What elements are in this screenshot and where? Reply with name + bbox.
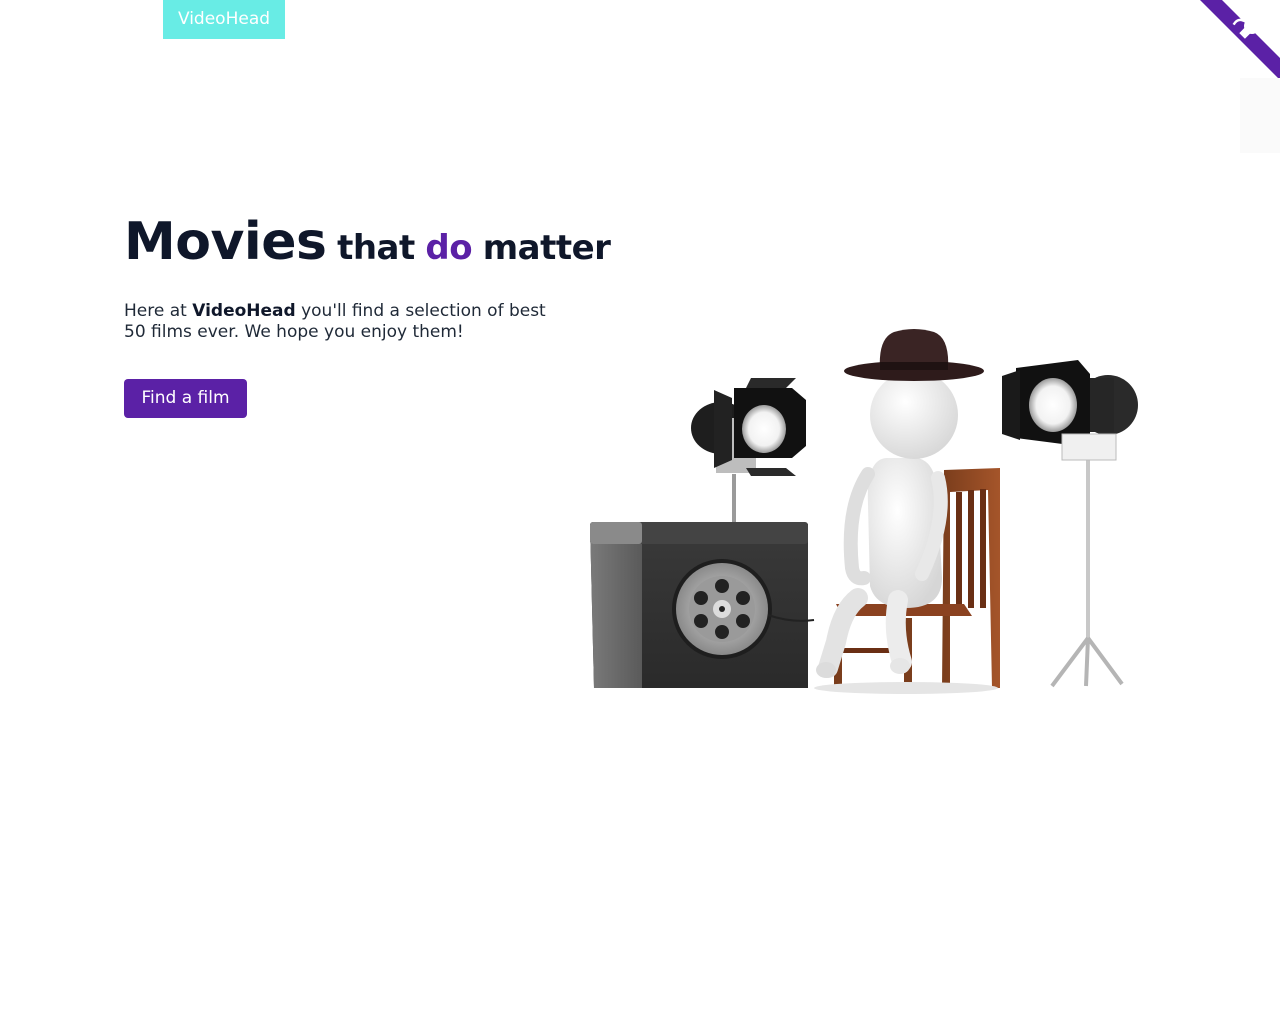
right-spotlight — [1002, 360, 1138, 688]
left-spotlight — [691, 378, 806, 476]
hero-title: Movies that do matter — [124, 212, 611, 272]
projector-box — [590, 522, 815, 688]
logo-link[interactable]: VideoHead — [163, 0, 285, 39]
intro-prefix: Here at — [124, 301, 193, 321]
find-a-film-button[interactable]: Find a film — [124, 379, 247, 418]
intro-brand: VideoHead — [192, 301, 296, 321]
hero-title-do: do — [425, 228, 473, 268]
hero-intro-text: Here at VideoHead you'll find a selectio… — [124, 301, 554, 343]
github-octocat-icon — [1200, 0, 1280, 80]
page: VideoHead Movies that do matter Here at … — [0, 0, 1280, 1024]
film-director-illustration — [546, 278, 1162, 702]
github-corner-link[interactable] — [1200, 0, 1280, 80]
hero-title-matter: matter — [482, 228, 611, 268]
hero-title-movies: Movies — [124, 212, 327, 272]
hero-title-that: that — [337, 228, 415, 268]
corner-shadow — [1240, 78, 1280, 153]
